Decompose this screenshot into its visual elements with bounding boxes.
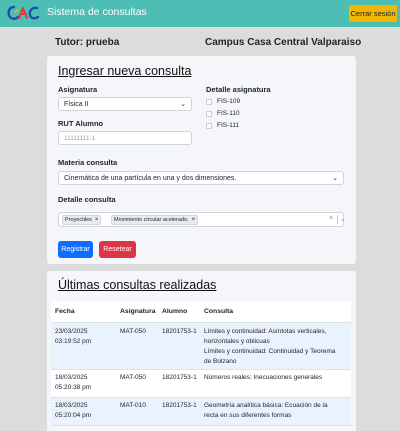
- chevron-down-icon: ⌄: [332, 175, 338, 182]
- chevron-down-icon[interactable]: ⌄: [340, 215, 346, 223]
- asignatura-label: Asignatura: [58, 85, 98, 94]
- cell-consulta: recta en sus diferentes formas: [204, 412, 292, 419]
- checkbox-fis-111[interactable]: FIS-111: [206, 122, 239, 129]
- column-header: Fecha: [55, 308, 75, 315]
- campus-label: Campus Casa Central Valparaiso: [205, 37, 362, 48]
- rut-label: RUT Alumno: [58, 119, 104, 128]
- chevron-down-icon: ⌄: [180, 101, 186, 108]
- tag-label: Proyectiles: [65, 217, 92, 223]
- tutor-label: Tutor: prueba: [55, 37, 120, 48]
- tag-chip: Proyectiles ×: [62, 215, 102, 225]
- column-header: Asignatura: [120, 308, 156, 315]
- cell-alumno: 18201753-1: [162, 328, 197, 335]
- cell-fecha: 18/03/2025: [55, 374, 88, 381]
- new-query-card: Ingresar nueva consulta Asignatura Físic…: [47, 56, 356, 264]
- recent-queries-card: Últimas consultas realizadas Fecha Asign…: [47, 271, 356, 431]
- table-row: 18/03/2025 05:20:04 pm MAT-010 18201753-…: [51, 398, 351, 426]
- checkbox-label: FIS-110: [217, 110, 240, 117]
- remove-tag-icon[interactable]: ×: [192, 217, 196, 223]
- asignatura-value: Física II: [64, 100, 89, 108]
- remove-tag-icon[interactable]: ×: [95, 217, 99, 223]
- table-row: 23/03/2025 03:19:52 pm MAT-050 18201753-…: [51, 323, 351, 370]
- materia-label: Materia consulta: [58, 158, 118, 167]
- reset-button[interactable]: Resetear: [99, 241, 136, 258]
- checkbox-square-icon[interactable]: [206, 98, 212, 105]
- table-row: 18/03/2025 05:20:38 pm MAT-050 18201753-…: [51, 370, 351, 398]
- divider: [337, 215, 338, 224]
- cell-asignatura: MAT-050: [120, 374, 146, 381]
- cell-hora: 05:20:38 pm: [55, 384, 92, 391]
- logout-button[interactable]: Cerrar sesión: [349, 5, 397, 22]
- materia-value: Cinemática de una partícula en una y dos…: [64, 174, 237, 182]
- top-bar: Sistema de consultas Cerrar sesión: [0, 0, 400, 27]
- cell-consulta: de Bolzano: [204, 358, 237, 365]
- ciac-logo: [7, 5, 40, 20]
- checkbox-fis-110[interactable]: FIS-110: [206, 110, 240, 117]
- detalle-consulta-multiselect[interactable]: Proyectiles × Movimiento circular aceler…: [58, 212, 346, 227]
- queries-table: Fecha Asignatura Alumno Consulta 23/03/2…: [51, 301, 351, 426]
- cell-fecha: 23/03/2025: [55, 328, 88, 335]
- table-header: Fecha Asignatura Alumno Consulta: [51, 301, 351, 323]
- column-header: Consulta: [204, 308, 234, 315]
- cell-consulta: horizontales y oblicuas: [204, 338, 270, 345]
- cell-alumno: 18201753-1: [162, 374, 197, 381]
- cell-consulta: Límites y continuidad: Continuidad y Teo…: [204, 348, 336, 355]
- cell-fecha: 18/03/2025: [55, 402, 88, 409]
- clear-icon[interactable]: ×: [329, 215, 333, 222]
- rut-placeholder: 11111111-1: [64, 134, 96, 142]
- detalle-asignatura-label: Detalle asignatura: [206, 85, 271, 94]
- checkbox-label: FIS-109: [217, 98, 241, 105]
- cell-hora: 03:19:52 pm: [55, 338, 92, 345]
- cell-hora: 05:20:04 pm: [55, 412, 92, 419]
- cell-asignatura: MAT-010: [120, 402, 146, 409]
- column-header: Alumno: [162, 308, 188, 315]
- checkbox-square-icon[interactable]: [206, 122, 212, 129]
- tag-chip: Movimiento circular acelerado. ×: [111, 215, 199, 225]
- asignatura-select[interactable]: Física II ⌄: [58, 97, 192, 111]
- materia-select[interactable]: Cinemática de una partícula en una y dos…: [58, 171, 344, 185]
- tag-label: Movimiento circular acelerado.: [114, 217, 189, 223]
- history-title: Últimas consultas realizadas: [58, 278, 217, 292]
- cell-consulta: Límites y continuidad: Asíntotas vertica…: [204, 328, 327, 335]
- cell-alumno: 18201753-1: [162, 402, 197, 409]
- register-button[interactable]: Registrar: [58, 241, 93, 258]
- detalle-consulta-label: Detalle consulta: [58, 195, 116, 204]
- checkbox-label: FIS-111: [217, 122, 240, 129]
- form-title: Ingresar nueva consulta: [58, 64, 192, 78]
- cell-consulta: Números reales: Inecuaciones generales: [204, 374, 323, 381]
- cell-asignatura: MAT-050: [120, 328, 146, 335]
- rut-input[interactable]: 11111111-1: [58, 131, 192, 145]
- app-title: Sistema de consultas: [47, 6, 147, 18]
- checkbox-square-icon[interactable]: [206, 110, 212, 117]
- checkbox-fis-109[interactable]: FIS-109: [206, 98, 240, 105]
- cell-consulta: Geometría analítica básica: Ecuación de …: [204, 402, 328, 409]
